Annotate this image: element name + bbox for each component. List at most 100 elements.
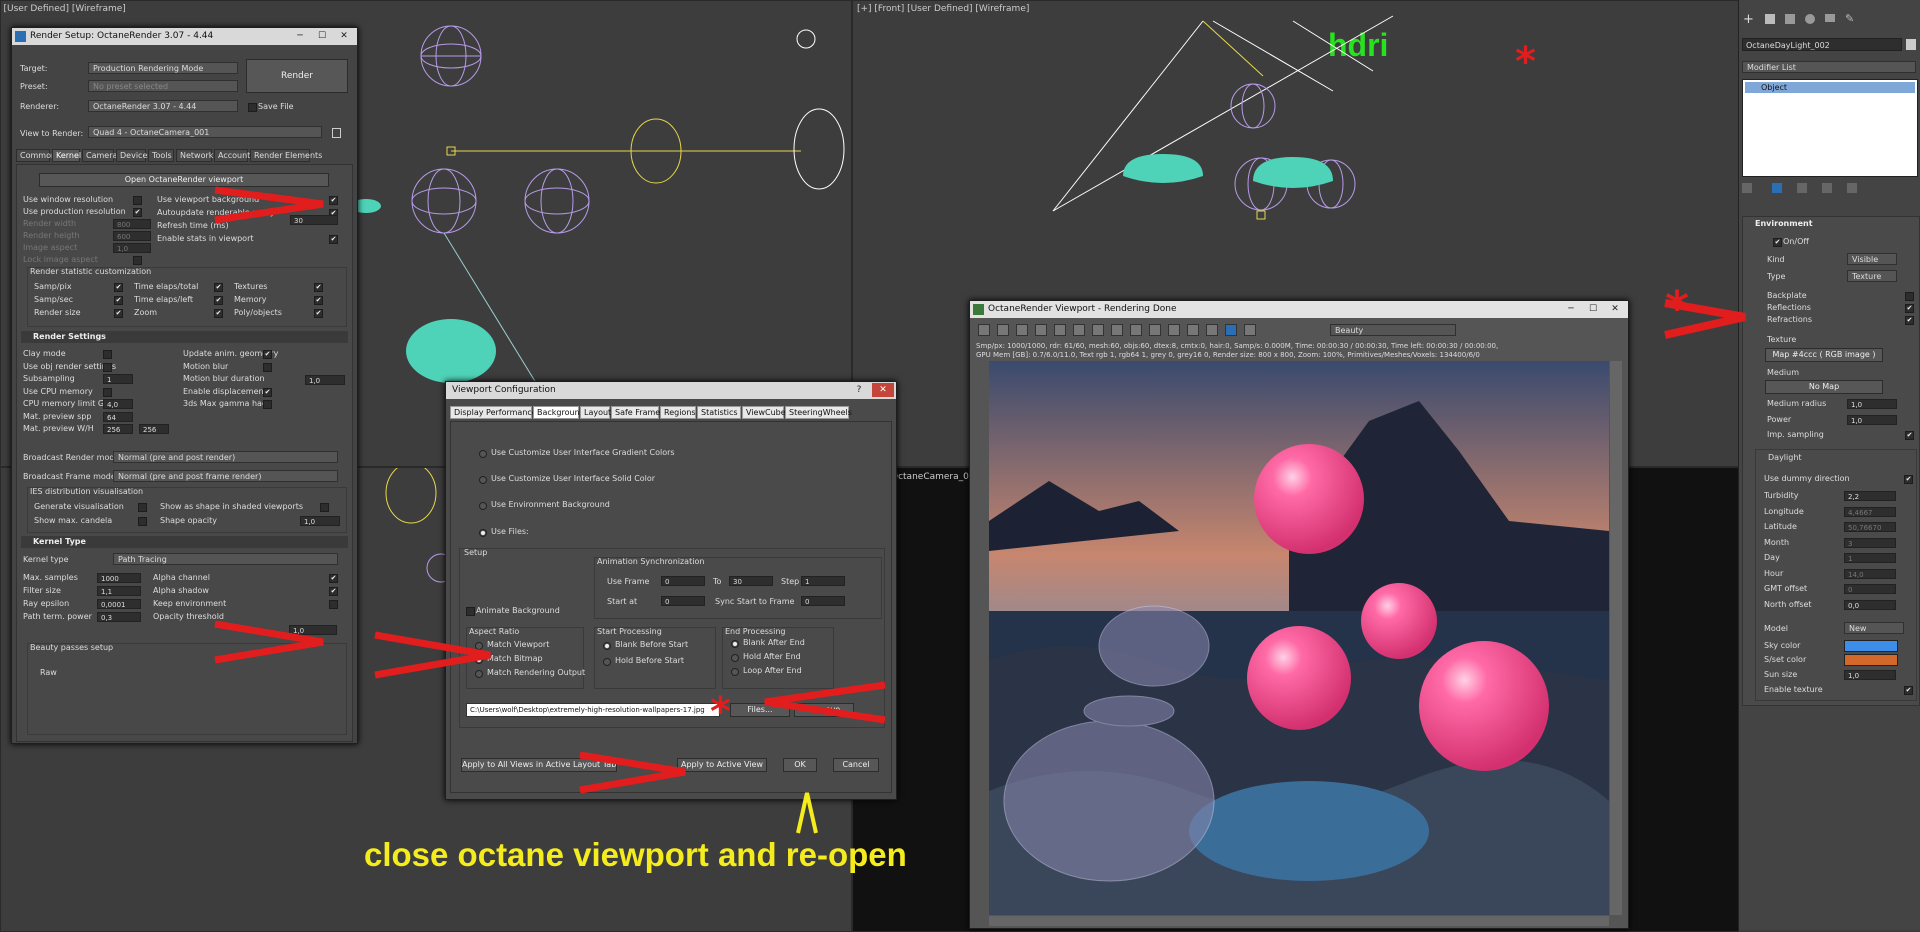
setting-checkbox[interactable] [263, 400, 272, 409]
target-dropdown[interactable]: Production Rendering Mode [88, 62, 238, 74]
material-icon[interactable] [1168, 324, 1180, 336]
object-color-swatch[interactable] [1906, 39, 1916, 50]
kernel-checkbox[interactable] [329, 600, 338, 609]
motion-icon[interactable] [1805, 14, 1815, 24]
hierarchy-icon[interactable] [1785, 14, 1795, 24]
tab-display-performance[interactable]: Display Performance [450, 406, 537, 419]
render-image[interactable] [989, 361, 1609, 915]
enable-texture-checkbox[interactable]: ✔ [1904, 686, 1913, 695]
pin-stack-icon[interactable] [1742, 183, 1752, 193]
option-checkbox[interactable]: ✔ [329, 235, 338, 244]
power-spinner[interactable]: 1,0 [1847, 415, 1897, 425]
sunset-color-swatch[interactable] [1844, 654, 1898, 666]
daylight-spinner[interactable]: 0,0 [1844, 599, 1896, 610]
save-file-checkbox[interactable] [248, 103, 257, 112]
tab-network[interactable]: Network [176, 149, 213, 162]
close-button[interactable]: ✕ [1604, 302, 1626, 316]
save-image-icon[interactable] [997, 324, 1009, 336]
ies-option-checkbox[interactable] [138, 517, 147, 526]
tab-render-elements[interactable]: Render Elements [250, 149, 322, 162]
option-field[interactable]: 600 [113, 231, 151, 241]
configure-sets-icon[interactable] [1847, 183, 1857, 193]
tab-safe-frames[interactable]: Safe Frames [611, 406, 664, 419]
lock-icon[interactable] [1206, 324, 1218, 336]
file-path-field[interactable]: C:\Users\wolf\Desktop\extremely-high-res… [466, 703, 720, 717]
clay-icon[interactable] [1035, 324, 1047, 336]
help-button[interactable]: ? [848, 383, 870, 397]
motion-blur-duration-field[interactable]: 1,0 [305, 375, 345, 385]
option-checkbox[interactable]: ✔ [133, 208, 142, 217]
stat-checkbox[interactable]: ✔ [114, 309, 123, 318]
sun-size-spinner[interactable]: 1,0 [1844, 670, 1896, 680]
modifier-stack[interactable]: Object [1742, 79, 1918, 177]
render-button[interactable]: Render [246, 59, 348, 93]
onoff-checkbox[interactable]: ✔ [1773, 238, 1782, 247]
film-icon[interactable] [1187, 324, 1199, 336]
refractions-checkbox[interactable]: ✔ [1905, 316, 1914, 325]
region-icon[interactable] [1111, 324, 1123, 336]
stat-checkbox[interactable]: ✔ [314, 309, 323, 318]
stat-checkbox[interactable]: ✔ [314, 296, 323, 305]
tab-common[interactable]: Common [16, 149, 56, 162]
ies-option-checkbox[interactable] [320, 503, 329, 512]
tab-layout[interactable]: Layout [580, 406, 611, 419]
octane-viewport-window[interactable]: OctaneRender Viewport - Rendering Done ─… [969, 300, 1629, 929]
option-field[interactable]: 1,0 [113, 243, 151, 253]
modify-icon[interactable] [1765, 14, 1775, 24]
kernel-type-header[interactable]: Kernel Type [21, 536, 348, 548]
renderer-dropdown[interactable]: OctaneRender 3.07 - 4.44 [88, 100, 238, 112]
tab-statistics[interactable]: Statistics [697, 406, 741, 419]
texture-map-button[interactable]: Map #4ccc ( RGB image ) [1765, 348, 1883, 362]
kernel-type-dropdown[interactable]: Path Tracing [113, 553, 338, 565]
modifier-list-dropdown[interactable]: Modifier List [1742, 61, 1916, 73]
setting-checkbox[interactable]: ✔ [263, 350, 272, 359]
tab-kernel[interactable]: Kernel [52, 149, 81, 162]
medium-radius-spinner[interactable]: 1,0 [1847, 399, 1897, 409]
tab-viewcube[interactable]: ViewCube [742, 406, 786, 419]
tab-tools[interactable]: Tools [148, 149, 174, 162]
image-scrollbar-h[interactable] [989, 916, 1609, 926]
kernel-field[interactable]: 0,0001 [97, 599, 141, 609]
type-dropdown[interactable]: Texture [1847, 270, 1897, 282]
stat-checkbox[interactable]: ✔ [214, 309, 223, 318]
sync-start-field[interactable]: 0 [801, 596, 845, 606]
remove-modifier-icon[interactable] [1822, 183, 1832, 193]
backplate-checkbox[interactable] [1905, 292, 1914, 301]
daylight-spinner[interactable]: 2,2 [1844, 491, 1896, 501]
focus-icon[interactable] [1149, 324, 1161, 336]
tab-camera[interactable]: Camera [82, 149, 117, 162]
tab-regions[interactable]: Regions [660, 406, 696, 419]
view-to-render-dropdown[interactable]: Quad 4 - OctaneCamera_001 [88, 126, 322, 138]
background-radio[interactable] [479, 450, 487, 458]
option-checkbox[interactable] [133, 256, 142, 265]
start-radio[interactable] [603, 658, 611, 666]
background-radio[interactable] [479, 476, 487, 484]
kernel-field[interactable]: 0,3 [97, 612, 141, 622]
pause-icon[interactable] [1054, 324, 1066, 336]
create-icon[interactable]: + [1743, 12, 1754, 27]
cancel-button[interactable]: Cancel [833, 758, 879, 772]
background-radio[interactable] [479, 502, 487, 510]
background-radio[interactable] [479, 529, 487, 537]
setting-field[interactable]: 256 [103, 424, 133, 434]
minimize-button[interactable]: ─ [289, 29, 311, 43]
kernel-checkbox[interactable]: ✔ [329, 574, 338, 583]
start-at-field[interactable]: 0 [661, 596, 705, 606]
daylight-spinner[interactable]: 3 [1844, 537, 1896, 548]
setting-field[interactable]: 64 [103, 411, 133, 422]
setting-checkbox[interactable] [103, 350, 112, 359]
make-unique-icon[interactable] [1797, 183, 1807, 193]
reload-icon[interactable] [1016, 324, 1028, 336]
stat-checkbox[interactable]: ✔ [114, 283, 123, 292]
end-radio[interactable] [731, 654, 739, 662]
setting-checkbox[interactable] [263, 362, 272, 372]
stop-icon[interactable] [1073, 324, 1085, 336]
use-frame-from-field[interactable]: 0 [661, 576, 705, 586]
send-scene-icon[interactable] [978, 324, 990, 336]
settings-icon[interactable] [1244, 324, 1256, 336]
viewport-config-titlebar[interactable]: Viewport Configuration ? ✕ [446, 382, 896, 399]
stack-item-object[interactable]: Object [1745, 82, 1915, 93]
image-scrollbar-v[interactable] [1610, 361, 1622, 915]
tab-steeringwheels[interactable]: SteeringWheels [785, 406, 852, 419]
daylight-spinner[interactable]: 50,76670 [1844, 522, 1896, 532]
